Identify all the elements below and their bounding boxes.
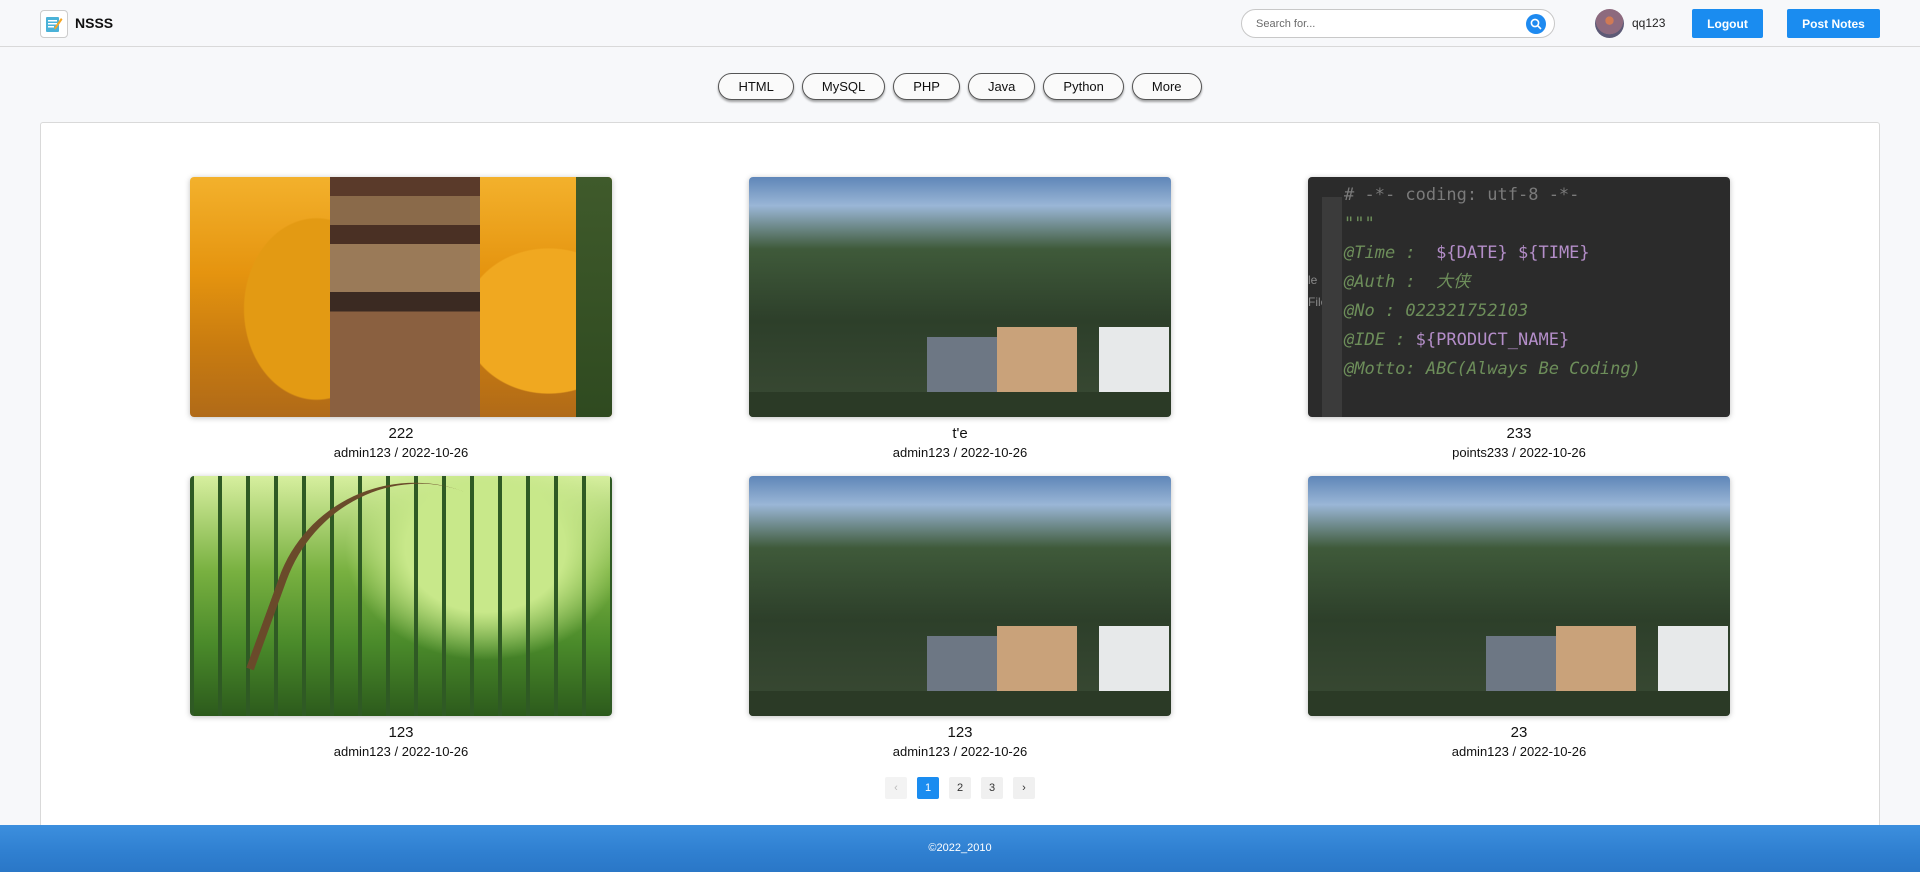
code-line: ${DATE} ${TIME} bbox=[1425, 243, 1590, 263]
code-snippet: # -*- coding: utf-8 -*- """ @Time : ${DA… bbox=[1344, 181, 1641, 384]
post-author: points233 bbox=[1452, 445, 1509, 460]
post-card[interactable]: 123 admin123 / 2022-10-26 bbox=[749, 476, 1171, 760]
copyright-text: ©2022_2010 bbox=[928, 842, 992, 854]
code-line: """ bbox=[1344, 214, 1375, 234]
page-button-1[interactable]: 1 bbox=[917, 777, 939, 799]
code-gutter bbox=[1322, 197, 1342, 417]
search-button[interactable] bbox=[1526, 14, 1546, 34]
post-thumbnail[interactable] bbox=[749, 177, 1171, 417]
branch-image bbox=[246, 476, 554, 716]
post-meta: admin123 / 2022-10-26 bbox=[1451, 744, 1587, 759]
logout-button[interactable]: Logout bbox=[1692, 9, 1763, 38]
post-card[interactable]: le File # -*- coding: utf-8 -*- """ @Time… bbox=[1308, 177, 1730, 461]
post-date: 2022-10-26 bbox=[401, 445, 469, 460]
category-java[interactable]: Java bbox=[967, 73, 1036, 100]
page-button-2[interactable]: 2 bbox=[949, 777, 971, 799]
house-image bbox=[997, 626, 1077, 696]
category-more[interactable]: More bbox=[1131, 73, 1202, 100]
post-date: 2022-10-26 bbox=[960, 445, 1028, 460]
post-title[interactable]: t'e bbox=[749, 425, 1171, 443]
category-php[interactable]: PHP bbox=[893, 73, 960, 100]
username[interactable]: qq123 bbox=[1632, 16, 1665, 30]
post-date: 2022-10-26 bbox=[1519, 445, 1586, 460]
post-author: admin123 bbox=[892, 445, 950, 460]
category-html[interactable]: HTML bbox=[718, 73, 794, 100]
category-mysql[interactable]: MySQL bbox=[801, 73, 886, 100]
avatar[interactable] bbox=[1595, 9, 1624, 38]
search-icon bbox=[1530, 18, 1542, 30]
post-thumbnail[interactable]: le File # -*- coding: utf-8 -*- """ @Time… bbox=[1308, 177, 1730, 417]
post-thumbnail[interactable] bbox=[190, 177, 612, 417]
post-date: 2022-10-26 bbox=[401, 744, 469, 759]
post-thumbnail[interactable] bbox=[1308, 476, 1730, 716]
post-meta: admin123 / 2022-10-26 bbox=[333, 445, 469, 460]
post-meta: admin123 / 2022-10-26 bbox=[892, 445, 1028, 460]
category-bar: HTML MySQL PHP Java Python More bbox=[0, 73, 1920, 100]
house-image bbox=[1486, 636, 1556, 696]
tree-image bbox=[576, 177, 612, 417]
ground-image bbox=[1308, 691, 1730, 716]
post-author: admin123 bbox=[892, 744, 950, 759]
page-button-3[interactable]: 3 bbox=[981, 777, 1003, 799]
code-line: 大侠 bbox=[1425, 272, 1471, 292]
ground-image bbox=[749, 392, 1171, 417]
code-side-text: le bbox=[1308, 273, 1318, 287]
house-image bbox=[927, 337, 997, 397]
house-image bbox=[997, 327, 1077, 397]
house-image bbox=[1556, 626, 1636, 696]
post-card[interactable]: 123 admin123 / 2022-10-26 bbox=[190, 476, 612, 760]
post-meta: admin123 / 2022-10-26 bbox=[892, 744, 1028, 759]
prev-page-button[interactable]: ‹ bbox=[885, 777, 907, 799]
top-navbar: NSSS qq123 Logout Post Notes bbox=[0, 0, 1920, 47]
post-title[interactable]: 123 bbox=[749, 724, 1171, 742]
pagoda-image bbox=[330, 177, 480, 417]
post-title[interactable]: 23 bbox=[1308, 724, 1730, 742]
house-image bbox=[927, 636, 997, 696]
post-author: admin123 bbox=[333, 744, 391, 759]
post-meta: points233 / 2022-10-26 bbox=[1452, 445, 1586, 460]
code-line: @Motto: ABC(Always Be Coding) bbox=[1344, 359, 1641, 379]
code-line: ${PRODUCT_NAME} bbox=[1415, 330, 1570, 350]
code-line: @No : 022321752103 bbox=[1344, 301, 1529, 321]
post-author: admin123 bbox=[1451, 744, 1509, 759]
category-python[interactable]: Python bbox=[1043, 73, 1124, 100]
post-title[interactable]: 222 bbox=[190, 425, 612, 443]
post-author: admin123 bbox=[333, 445, 391, 460]
brand-name[interactable]: NSSS bbox=[75, 15, 113, 31]
post-thumbnail[interactable] bbox=[749, 476, 1171, 716]
post-title[interactable]: 123 bbox=[190, 724, 612, 742]
search-box bbox=[1241, 9, 1555, 38]
search-input[interactable] bbox=[1256, 15, 1516, 33]
code-line: @IDE : bbox=[1344, 330, 1416, 350]
pagination: ‹ 1 2 3 › bbox=[0, 777, 1920, 799]
code-line: @Time : bbox=[1344, 243, 1426, 263]
post-card[interactable]: t'e admin123 / 2022-10-26 bbox=[749, 177, 1171, 461]
logo-icon[interactable] bbox=[40, 10, 68, 38]
post-date: 2022-10-26 bbox=[960, 744, 1028, 759]
post-meta: admin123 / 2022-10-26 bbox=[333, 744, 469, 759]
code-line: # -*- coding: utf-8 -*- bbox=[1344, 185, 1580, 205]
post-notes-button[interactable]: Post Notes bbox=[1787, 9, 1880, 38]
footer: ©2022_2010 bbox=[0, 825, 1920, 872]
post-title[interactable]: 233 bbox=[1308, 425, 1730, 443]
post-thumbnail[interactable] bbox=[190, 476, 612, 716]
next-page-button[interactable]: › bbox=[1013, 777, 1035, 799]
code-line: @Auth : bbox=[1344, 272, 1426, 292]
ground-image bbox=[749, 691, 1171, 716]
post-card[interactable]: 23 admin123 / 2022-10-26 bbox=[1308, 476, 1730, 760]
post-card[interactable]: 222 admin123 / 2022-10-26 bbox=[190, 177, 612, 461]
post-date: 2022-10-26 bbox=[1519, 744, 1587, 759]
